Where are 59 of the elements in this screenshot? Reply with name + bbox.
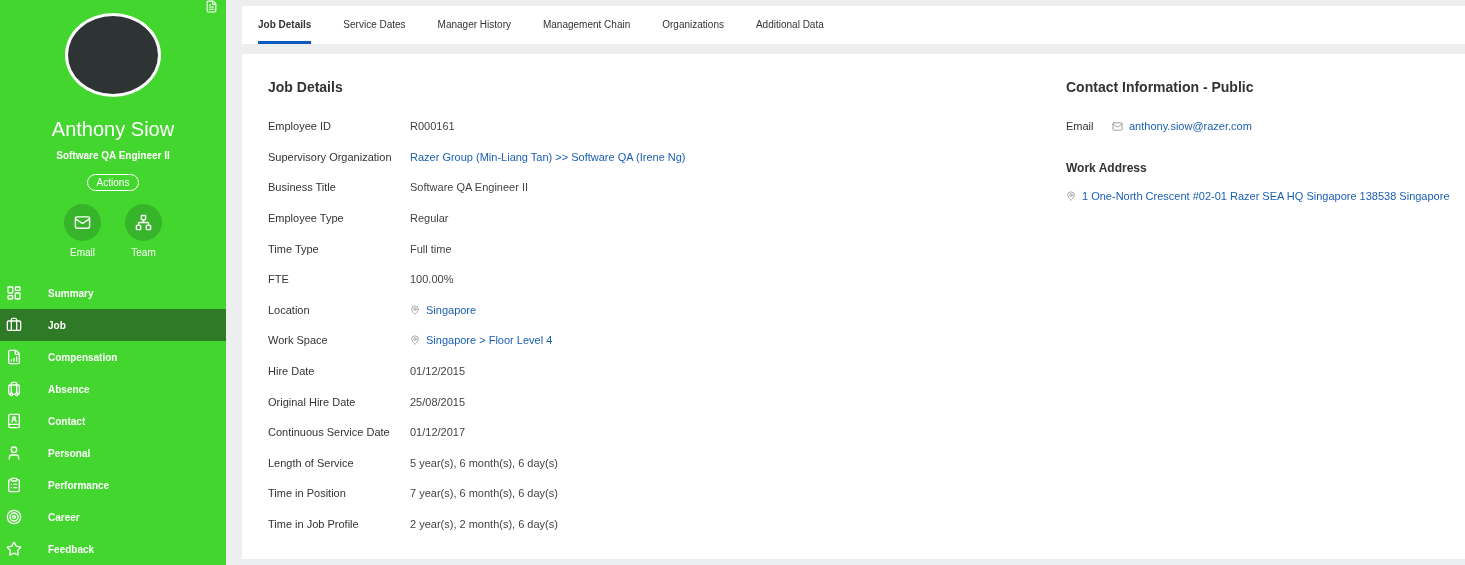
email-icon [1112,120,1123,132]
contact-book-icon [6,413,22,429]
field-value: R000161 [410,120,455,133]
field-value: 2 year(s), 2 month(s), 6 day(s) [410,518,558,530]
location-link[interactable]: Singapore > Floor Level 4 [426,334,553,347]
field-label: Business Title [268,181,337,194]
field-label: Supervisory Organization [268,150,393,163]
star-icon [6,541,22,557]
field-label: Employee Type [268,212,345,225]
field-value: 01/12/2017 [410,426,466,439]
location-pin-icon [410,304,420,315]
field-label: Time Type [268,242,320,255]
field-label: Employee ID [268,120,332,133]
target-icon [6,509,22,525]
chart-document-icon [6,349,22,365]
section-title: Contact Information - Public [1066,79,1255,95]
field-value: 7 year(s), 6 month(s), 6 day(s) [410,487,558,500]
field-value: 100.00% [410,273,454,286]
field-value: Regular [410,212,449,225]
profile-job-title: Software QA Engineer II [56,150,170,161]
tab[interactable]: Management Chain [542,6,631,44]
person-icon [6,445,22,461]
location-pin-icon [1066,190,1076,201]
tab[interactable]: Job Details [258,6,312,44]
field-label: Work Space [268,334,329,347]
field-value: Software QA Engineer II [410,181,528,194]
team-hierarchy-icon [125,204,162,241]
section-title: Job Details [268,79,344,95]
location-pin-icon [410,335,420,346]
email-link[interactable]: anthony.siow@razer.com [1129,120,1252,133]
field-value: Full time [410,242,452,255]
nav-item[interactable]: Job [0,309,226,341]
field-value: 5 year(s), 6 month(s), 6 day(s) [410,456,558,469]
pdf-icon[interactable] [205,0,218,14]
field-value: 01/12/2015 [410,365,466,378]
briefcase-icon [6,317,22,333]
profile-name: Anthony Siow [51,118,175,141]
field-label: Original Hire Date [268,395,357,408]
location-link[interactable]: Singapore [426,303,477,316]
section-subtitle: Work Address [1066,160,1148,175]
field-label: Time in Job Profile [268,518,360,530]
field-value: 25/08/2015 [410,395,466,408]
field-label: Time in Position [268,487,347,500]
tab[interactable]: Additional Data [755,6,824,44]
field-label: Hire Date [268,365,316,378]
tab[interactable]: Organizations [662,6,724,44]
tab[interactable]: Manager History [437,6,511,44]
address-link[interactable]: 1 One-North Crescent #02-01 Razer SEA HQ Singapore 138538 Singapore [1082,189,1450,202]
field-label: Length of Service [268,456,355,469]
tab[interactable]: Service Dates [343,6,406,44]
field-label: FTE [268,273,290,286]
luggage-icon [6,381,22,397]
email-icon [64,204,101,241]
field-link[interactable]: Razer Group (Min-Liang Tan) >> Software QA (Irene Ng) [410,150,686,163]
clipboard-icon [6,477,22,493]
dashboard-icon [6,285,22,301]
field-label: Continuous Service Date [268,426,391,439]
field-label: Email [1066,120,1095,133]
field-label: Location [268,303,311,316]
